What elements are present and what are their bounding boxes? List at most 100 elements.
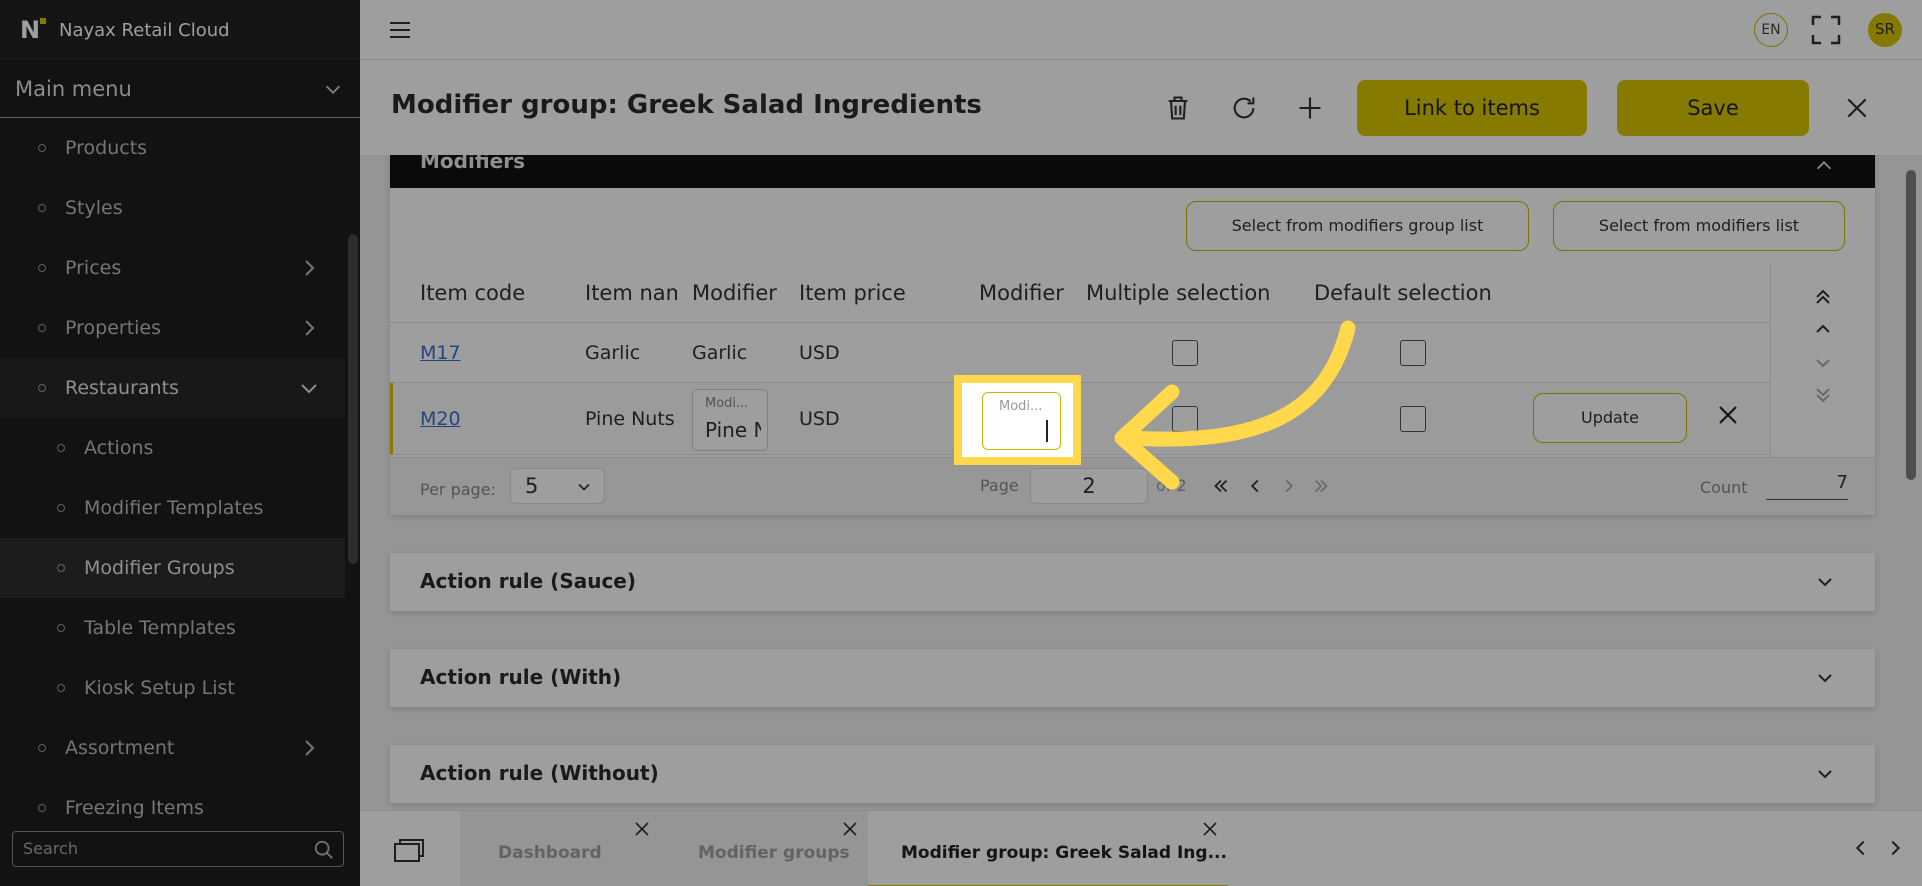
link-to-items-button[interactable]: Link to items	[1357, 80, 1587, 136]
item-code-link[interactable]: M17	[420, 323, 461, 383]
sidebar-scrollbar[interactable]	[348, 234, 358, 564]
item-name-cell: Garlic	[585, 342, 641, 364]
tab-dashboard[interactable]: Dashboard	[460, 811, 660, 886]
count-value: 7	[1766, 472, 1848, 500]
search-icon[interactable]	[313, 839, 335, 861]
accordion-action-rule-without[interactable]: Action rule (Without)	[390, 745, 1875, 803]
close-icon[interactable]	[1716, 403, 1740, 427]
chevron-down-icon	[301, 384, 317, 394]
language-selector[interactable]: EN	[1754, 13, 1788, 47]
sidebar-item-kiosk-setup-list[interactable]: Kiosk Setup List	[0, 658, 345, 718]
trash-icon[interactable]	[1164, 94, 1192, 122]
modifier-price-input[interactable]: Modi...	[982, 392, 1061, 450]
double-chevron-up-icon[interactable]	[1811, 285, 1835, 309]
column-header-item-name[interactable]: Item name	[585, 263, 677, 323]
pointer-arrow-icon	[1114, 320, 1356, 490]
chevron-down-icon	[1818, 770, 1832, 779]
default-selection-checkbox[interactable]	[1400, 340, 1426, 366]
chevron-down-icon	[1818, 578, 1832, 587]
sidebar-search-input[interactable]: Search	[12, 831, 344, 867]
hamburger-menu-icon[interactable]	[388, 18, 412, 42]
close-icon[interactable]	[1844, 95, 1870, 121]
page-label: Page	[980, 476, 1019, 495]
bullet-icon	[57, 504, 65, 512]
column-header-item-code[interactable]: Item code	[420, 263, 580, 323]
sidebar-item-modifier-groups[interactable]: Modifier Groups	[0, 538, 345, 598]
per-page-select[interactable]: 5	[510, 468, 605, 504]
chevron-up-icon[interactable]	[1813, 155, 1835, 177]
sidebar-item-assortment[interactable]: Assortment	[0, 718, 345, 778]
sidebar-item-actions[interactable]: Actions	[0, 418, 345, 478]
windows-icon[interactable]	[394, 838, 424, 862]
chevron-right-icon[interactable]	[1884, 837, 1906, 859]
bullet-icon	[57, 624, 65, 632]
sidebar-item-label: Freezing Items	[65, 797, 204, 818]
sidebar-item-prices[interactable]: Prices	[0, 238, 345, 298]
close-tab-icon[interactable]	[634, 821, 650, 837]
sidebar-item-label: Assortment	[65, 737, 175, 759]
select-from-modifiers-group-list-button[interactable]: Select from modifiers group list	[1186, 201, 1529, 251]
column-header-item-price[interactable]: Item price	[799, 263, 969, 323]
close-tab-icon[interactable]	[842, 821, 858, 837]
sidebar-item-modifier-templates[interactable]: Modifier Templates	[0, 478, 345, 538]
text-caret	[1046, 420, 1048, 442]
sidebar-item-properties[interactable]: Properties	[0, 298, 345, 358]
chevron-down-icon	[1818, 674, 1832, 683]
bullet-icon	[38, 144, 46, 152]
sidebar-item-table-templates[interactable]: Table Templates	[0, 598, 345, 658]
accordion-title: Action rule (Sauce)	[420, 569, 637, 593]
sidebar-item-styles[interactable]: Styles	[0, 178, 345, 238]
per-page-label: Per page:	[420, 480, 496, 499]
sidebar-item-label: Properties	[65, 317, 162, 339]
select-from-modifiers-list-button[interactable]: Select from modifiers list	[1553, 201, 1845, 251]
item-price-cell: USD	[799, 342, 840, 364]
chevron-up-icon[interactable]	[1811, 317, 1835, 341]
chevron-down-icon	[578, 483, 590, 491]
modifier-name-input[interactable]: Modi... Pine Nuts	[692, 389, 768, 451]
update-button[interactable]: Update	[1533, 393, 1687, 443]
tab-modifier-groups[interactable]: Modifier groups	[660, 811, 868, 886]
chevron-left-icon[interactable]	[1850, 837, 1872, 859]
bullet-icon	[38, 744, 46, 752]
accordion-action-rule-sauce[interactable]: Action rule (Sauce)	[390, 553, 1875, 611]
item-code-link[interactable]: M20	[420, 383, 461, 455]
sidebar-item-freezing-items[interactable]: Freezing Items	[0, 778, 345, 818]
column-header-modifier-name[interactable]: Modifier name	[692, 263, 782, 323]
tab-modifier-group-greek-salad[interactable]: Modifier group: Greek Salad Ing...	[868, 811, 1228, 886]
fullscreen-icon[interactable]	[1810, 14, 1842, 46]
main-menu-label: Main menu	[15, 76, 132, 101]
sidebar-item-label: Modifier Templates	[84, 497, 264, 519]
tab-label: Dashboard	[498, 843, 602, 863]
bullet-icon	[38, 264, 46, 272]
sidebar-item-label: Prices	[65, 257, 122, 279]
modifier-price-input-label: Modi...	[999, 399, 1043, 414]
double-chevron-down-icon[interactable]	[1811, 383, 1835, 407]
app-title: Nayax Retail Cloud	[59, 19, 230, 41]
sidebar-item-products[interactable]: Products	[0, 118, 345, 178]
chevron-down-icon[interactable]	[1811, 351, 1835, 375]
bullet-icon	[38, 384, 46, 392]
sidebar-item-label: Products	[65, 137, 148, 159]
bullet-icon	[57, 564, 65, 572]
main-menu-toggle[interactable]: Main menu	[0, 60, 360, 118]
bullet-icon	[38, 324, 46, 332]
menu-list: Products Styles Prices Properties Restau…	[0, 118, 345, 818]
sidebar-item-label: Kiosk Setup List	[84, 677, 235, 699]
add-icon[interactable]	[1296, 94, 1324, 122]
sidebar-item-restaurants[interactable]: Restaurants	[0, 358, 345, 418]
save-button[interactable]: Save	[1617, 80, 1809, 136]
modifier-name-cell: Garlic	[692, 342, 748, 364]
accordion-action-rule-with[interactable]: Action rule (With)	[390, 649, 1875, 707]
page-scrollbar[interactable]	[1906, 170, 1916, 480]
close-tab-icon[interactable]	[1202, 821, 1218, 837]
user-avatar[interactable]: SR	[1868, 13, 1902, 47]
column-header-modifier-price[interactable]: Modifier price	[979, 263, 1072, 323]
sidebar-item-label: Styles	[65, 197, 123, 219]
default-selection-checkbox[interactable]	[1400, 406, 1426, 432]
chevron-down-icon	[325, 85, 341, 94]
refresh-icon[interactable]	[1230, 94, 1258, 122]
modifiers-section-header[interactable]: Modifiers	[390, 155, 1875, 188]
bullet-icon	[38, 804, 46, 812]
modifier-name-input-label: Modi...	[705, 396, 749, 411]
per-page-value: 5	[525, 474, 539, 498]
